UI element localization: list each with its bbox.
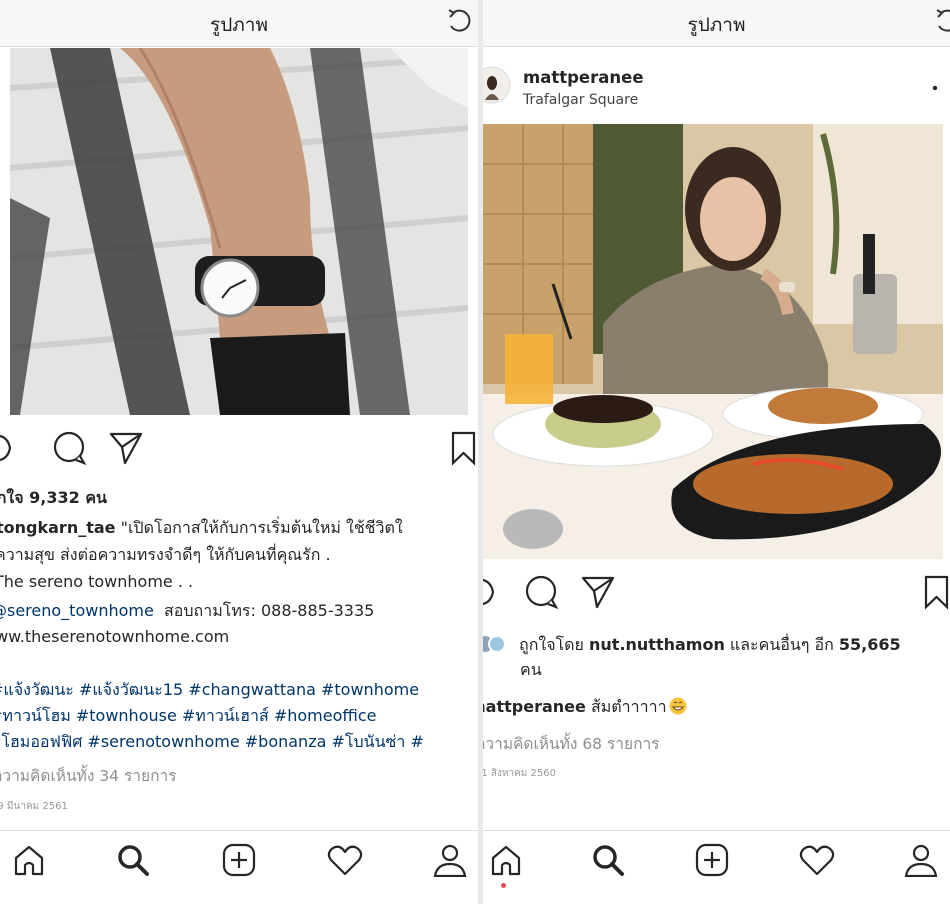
more-options-icon[interactable] — [931, 84, 939, 92]
activity-icon[interactable] — [327, 843, 363, 877]
mention-link[interactable]: @sereno_townhome — [0, 601, 154, 620]
avatar[interactable] — [483, 66, 511, 104]
comment-icon[interactable] — [524, 574, 560, 610]
caption: mattperanee ส้มตำาาาา — [483, 694, 687, 719]
heart-icon[interactable] — [483, 574, 513, 610]
post-username[interactable]: mattperanee — [523, 68, 644, 87]
top-bar: รูปภาพ — [483, 0, 950, 47]
post-actions — [0, 430, 478, 470]
post-actions — [483, 574, 950, 614]
caption-line-1: tongkarn_tae "เปิดโอกาสให้กับการเริ่มต้น… — [0, 515, 403, 540]
hashtags-line-2[interactable]: #ทาวน์โฮม #townhouse #ทาวน์เฮาส์ #homeof… — [0, 703, 376, 729]
heart-icon[interactable] — [0, 430, 30, 466]
left-post-screen: รูปภาพ กใจ 9,332 คน tongkarn_tae "เปิดโอ… — [0, 0, 478, 904]
search-icon[interactable] — [116, 843, 150, 877]
post-date: 11 สิงหาคม 2560 — [483, 768, 557, 779]
hashtags-line-1[interactable]: #แจ้งวัฒนะ #แจ้งวัฒนะ15 #changwattana #t… — [0, 677, 419, 703]
liker-avatars — [483, 635, 506, 653]
caption-line-2: ความสุข ส่งต่อความทรงจำดีๆ ให้กับคนที่คุ… — [0, 545, 331, 564]
post-header: mattperanee Trafalgar Square — [483, 58, 950, 120]
caption-line-3: The sereno townhome . . — [0, 572, 194, 591]
caption-username[interactable]: mattperanee — [483, 697, 586, 716]
screen-title: รูปภาพ — [687, 14, 746, 36]
post-location[interactable]: Trafalgar Square — [523, 92, 638, 108]
caption-contact-line: @sereno_townhome สอบถามโทร: 088-885-3335 — [0, 598, 374, 623]
post-photo-food[interactable] — [483, 124, 943, 559]
search-icon[interactable] — [591, 843, 625, 877]
likes-summary-suffix: คน — [520, 660, 542, 679]
bottom-nav — [483, 830, 950, 904]
add-icon[interactable] — [222, 843, 256, 877]
home-icon[interactable] — [12, 843, 46, 877]
caption-username[interactable]: tongkarn_tae — [0, 518, 116, 537]
view-comments-link[interactable]: ดูความคิดเห็นทั้ง 34 รายการ — [0, 763, 177, 788]
refresh-icon[interactable] — [446, 6, 472, 36]
grin-emoji-icon — [669, 697, 687, 715]
bookmark-icon[interactable] — [923, 574, 950, 610]
website-link[interactable]: www.theserenotownhome.com — [0, 624, 229, 649]
likes-count[interactable]: ถูกใจ 9,332 คน — [0, 486, 107, 511]
right-post-screen: รูปภาพ mattperanee Trafalgar Square ถูกใ… — [483, 0, 950, 904]
refresh-icon[interactable] — [934, 6, 950, 36]
share-icon[interactable] — [108, 430, 144, 466]
bottom-nav — [0, 830, 478, 904]
home-icon[interactable] — [489, 843, 523, 877]
likes-summary[interactable]: ถูกใจโดย nut.nutthamon และคนอื่นๆ อีก 55… — [519, 633, 901, 658]
post-date: 19 มีนาคม 2561 — [0, 801, 68, 812]
comment-icon[interactable] — [52, 430, 88, 466]
notification-dot — [501, 883, 506, 888]
bookmark-icon[interactable] — [450, 430, 478, 466]
profile-icon[interactable] — [903, 843, 939, 877]
top-bar: รูปภาพ — [0, 0, 478, 47]
hashtags-line-3[interactable]: #โฮมออฟฟิศ #serenotownhome #bonanza #โบน… — [0, 729, 424, 755]
view-comments-link[interactable]: ดูความคิดเห็นทั้ง 68 รายการ — [483, 731, 660, 756]
add-icon[interactable] — [695, 843, 729, 877]
post-photo-watch[interactable] — [10, 48, 468, 415]
profile-icon[interactable] — [432, 843, 468, 877]
share-icon[interactable] — [580, 574, 616, 610]
screen-title: รูปภาพ — [210, 14, 268, 36]
activity-icon[interactable] — [799, 843, 835, 877]
